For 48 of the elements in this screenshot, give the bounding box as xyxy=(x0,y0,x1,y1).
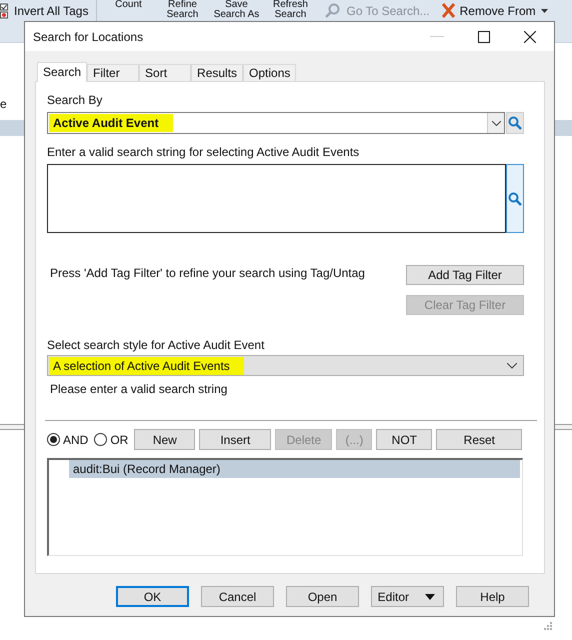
close-icon[interactable] xyxy=(524,30,536,42)
chevron-down-icon xyxy=(507,362,517,368)
ribbon-button[interactable]: Count xyxy=(103,0,154,10)
window-title: Search for Locations xyxy=(33,30,144,44)
column-header: e xyxy=(0,97,8,111)
field-label: Select search style for Active Audit Event xyxy=(47,339,266,352)
dialog-button[interactable]: Help xyxy=(456,586,529,607)
tab[interactable]: Filter xyxy=(87,64,140,81)
field-label: Search By xyxy=(47,94,104,107)
status-message: Please enter a valid search string xyxy=(49,382,228,396)
ribbon-button[interactable]: Remove From xyxy=(436,3,554,18)
criteria-button[interactable]: Reset xyxy=(436,429,522,450)
ribbon-button[interactable]: Refine Search xyxy=(157,0,208,20)
ribbon-button[interactable]: Refresh Search xyxy=(265,0,316,20)
maximize-icon[interactable] xyxy=(478,30,490,42)
radio-button[interactable]: OR xyxy=(94,432,128,446)
dialog-button[interactable]: Cancel xyxy=(201,586,274,607)
search-icon xyxy=(325,3,342,19)
criteria-button[interactable]: New xyxy=(134,429,196,450)
tag-filter-hint: Press 'Add Tag Filter' to refine your search using Tag/Untag xyxy=(49,266,365,282)
tab[interactable]: Search xyxy=(37,62,88,82)
tag-checkbox-icon xyxy=(0,3,9,19)
tab[interactable]: Results xyxy=(191,64,244,81)
radio-button[interactable]: AND xyxy=(47,432,88,446)
criteria-button[interactable]: NOT xyxy=(376,429,432,450)
dialog-button[interactable]: OK xyxy=(116,586,189,607)
dialog-button[interactable]: Editor xyxy=(371,586,444,607)
ribbon-button[interactable]: Save Search As xyxy=(211,0,262,20)
search-by-dropdown[interactable]: Active Audit Event xyxy=(47,112,505,134)
search-string-field[interactable] xyxy=(47,164,506,233)
ribbon-button[interactable]: Invert All Tags xyxy=(0,3,94,19)
criteria-item[interactable]: audit:Bui (Record Manager) xyxy=(69,460,520,478)
caret-icon xyxy=(540,8,548,12)
caret-icon xyxy=(425,594,435,600)
x-icon xyxy=(442,3,455,18)
search-icon xyxy=(508,116,522,130)
field-label: Enter a valid search string for selecting Active Audit Events xyxy=(47,146,360,159)
search-icon xyxy=(508,192,522,206)
criteria-button[interactable]: Insert xyxy=(199,429,272,450)
dialog-button[interactable]: Open xyxy=(286,586,359,607)
tag-filter-button[interactable]: Add Tag Filter xyxy=(406,265,524,285)
tab[interactable]: Sort xyxy=(139,64,192,81)
chevron-down-icon xyxy=(492,120,500,126)
search-button[interactable] xyxy=(506,164,524,233)
search-button[interactable] xyxy=(506,112,524,134)
tab[interactable]: Options xyxy=(243,64,296,81)
resize-grip-icon[interactable] xyxy=(543,621,552,630)
search-style-dropdown[interactable]: A selection of Active Audit Events xyxy=(47,355,524,376)
